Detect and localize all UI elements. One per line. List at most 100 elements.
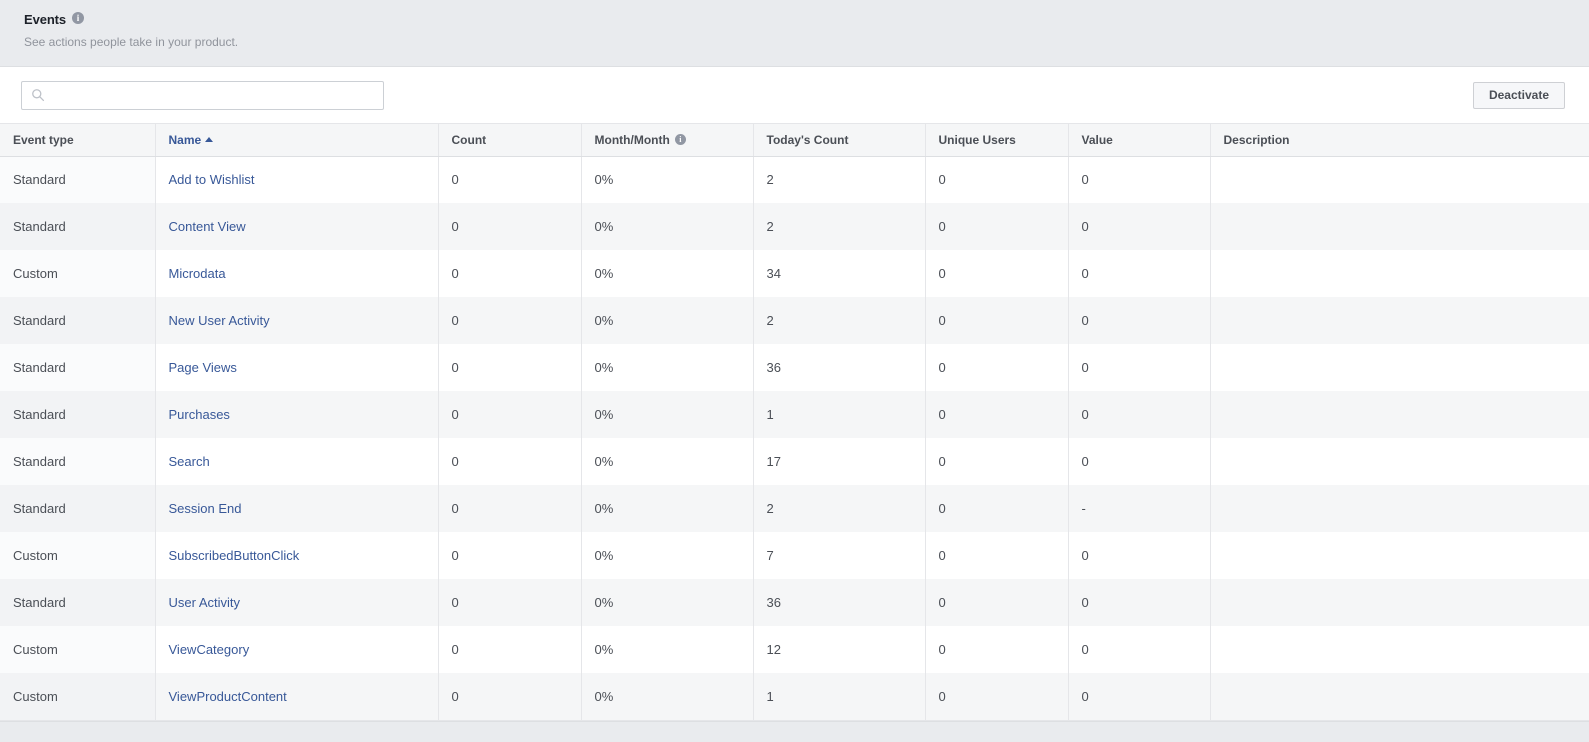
event-name-link[interactable]: Search — [169, 454, 210, 469]
cell-unique-users: 0 — [925, 156, 1068, 203]
info-icon[interactable]: i — [72, 12, 84, 24]
cell-event-name: Page Views — [155, 344, 438, 391]
event-name-link[interactable]: Session End — [169, 501, 242, 516]
page-title: Events — [24, 12, 66, 27]
cell-description — [1210, 485, 1589, 532]
table-row: StandardSearch00%1700 — [0, 438, 1589, 485]
column-header-event-type[interactable]: Event type — [0, 124, 155, 156]
cell-event-name: ViewCategory — [155, 626, 438, 673]
cell-todays-count: 36 — [753, 344, 925, 391]
cell-event-name: Content View — [155, 203, 438, 250]
cell-todays-count: 2 — [753, 156, 925, 203]
cell-todays-count: 7 — [753, 532, 925, 579]
cell-todays-count: 2 — [753, 297, 925, 344]
table-row: CustomMicrodata00%3400 — [0, 250, 1589, 297]
column-header-label: Today's Count — [767, 133, 849, 147]
cell-unique-users: 0 — [925, 391, 1068, 438]
cell-count: 0 — [438, 297, 581, 344]
event-name-link[interactable]: Microdata — [169, 266, 226, 281]
cell-event-name: Session End — [155, 485, 438, 532]
cell-month-over-month: 0% — [581, 438, 753, 485]
cell-todays-count: 1 — [753, 391, 925, 438]
cell-month-over-month: 0% — [581, 297, 753, 344]
events-table: Event type Name Count Month/Monthi Today… — [0, 124, 1589, 720]
column-header-label: Count — [452, 133, 487, 147]
cell-description — [1210, 297, 1589, 344]
column-header-name[interactable]: Name — [155, 124, 438, 156]
event-name-link[interactable]: New User Activity — [169, 313, 270, 328]
cell-count: 0 — [438, 203, 581, 250]
event-name-link[interactable]: SubscribedButtonClick — [169, 548, 300, 563]
cell-event-type: Custom — [0, 626, 155, 673]
column-header-value[interactable]: Value — [1068, 124, 1210, 156]
event-name-link[interactable]: Add to Wishlist — [169, 172, 255, 187]
cell-event-type: Standard — [0, 203, 155, 250]
cell-month-over-month: 0% — [581, 626, 753, 673]
deactivate-button[interactable]: Deactivate — [1473, 82, 1565, 109]
table-row: CustomViewProductContent00%100 — [0, 673, 1589, 720]
table-row: StandardSession End00%20- — [0, 485, 1589, 532]
table-header: Event type Name Count Month/Monthi Today… — [0, 124, 1589, 156]
cell-event-type: Custom — [0, 673, 155, 720]
table-row: CustomViewCategory00%1200 — [0, 626, 1589, 673]
cell-value: 0 — [1068, 438, 1210, 485]
cell-event-name: Purchases — [155, 391, 438, 438]
cell-unique-users: 0 — [925, 297, 1068, 344]
cell-description — [1210, 156, 1589, 203]
column-header-label: Name — [169, 133, 202, 147]
column-header-label: Description — [1224, 133, 1290, 147]
event-name-link[interactable]: Page Views — [169, 360, 237, 375]
table-row: CustomSubscribedButtonClick00%700 — [0, 532, 1589, 579]
column-header-count[interactable]: Count — [438, 124, 581, 156]
cell-count: 0 — [438, 250, 581, 297]
event-name-link[interactable]: Purchases — [169, 407, 230, 422]
cell-event-type: Standard — [0, 344, 155, 391]
event-name-link[interactable]: User Activity — [169, 595, 241, 610]
page-header: Events i See actions people take in your… — [0, 0, 1589, 49]
search-field-wrapper — [21, 81, 384, 110]
cell-month-over-month: 0% — [581, 532, 753, 579]
cell-month-over-month: 0% — [581, 485, 753, 532]
cell-count: 0 — [438, 673, 581, 720]
cell-description — [1210, 673, 1589, 720]
cell-description — [1210, 203, 1589, 250]
table-toolbar: Deactivate — [0, 67, 1589, 124]
page-title-row: Events i — [24, 10, 1589, 28]
cell-month-over-month: 0% — [581, 391, 753, 438]
cell-event-type: Standard — [0, 579, 155, 626]
cell-event-name: New User Activity — [155, 297, 438, 344]
column-header-month-over-month[interactable]: Month/Monthi — [581, 124, 753, 156]
cell-count: 0 — [438, 344, 581, 391]
cell-description — [1210, 626, 1589, 673]
cell-description — [1210, 391, 1589, 438]
cell-value: 0 — [1068, 626, 1210, 673]
cell-event-type: Custom — [0, 250, 155, 297]
table-row: StandardPurchases00%100 — [0, 391, 1589, 438]
sort-ascending-icon — [205, 137, 213, 142]
column-header-description[interactable]: Description — [1210, 124, 1589, 156]
search-input[interactable] — [21, 81, 384, 110]
column-header-todays-count[interactable]: Today's Count — [753, 124, 925, 156]
info-icon[interactable]: i — [675, 134, 686, 145]
table-body: StandardAdd to Wishlist00%200StandardCon… — [0, 156, 1589, 720]
table-row: StandardAdd to Wishlist00%200 — [0, 156, 1589, 203]
cell-todays-count: 17 — [753, 438, 925, 485]
cell-event-name: Search — [155, 438, 438, 485]
cell-value: - — [1068, 485, 1210, 532]
column-header-label: Event type — [13, 133, 74, 147]
cell-event-type: Standard — [0, 156, 155, 203]
cell-month-over-month: 0% — [581, 344, 753, 391]
cell-event-name: Add to Wishlist — [155, 156, 438, 203]
cell-count: 0 — [438, 579, 581, 626]
cell-description — [1210, 344, 1589, 391]
cell-month-over-month: 0% — [581, 673, 753, 720]
column-header-unique-users[interactable]: Unique Users — [925, 124, 1068, 156]
column-header-label: Value — [1082, 133, 1113, 147]
event-name-link[interactable]: Content View — [169, 219, 246, 234]
cell-event-type: Standard — [0, 485, 155, 532]
cell-event-name: ViewProductContent — [155, 673, 438, 720]
cell-unique-users: 0 — [925, 485, 1068, 532]
cell-unique-users: 0 — [925, 250, 1068, 297]
event-name-link[interactable]: ViewProductContent — [169, 689, 287, 704]
event-name-link[interactable]: ViewCategory — [169, 642, 250, 657]
